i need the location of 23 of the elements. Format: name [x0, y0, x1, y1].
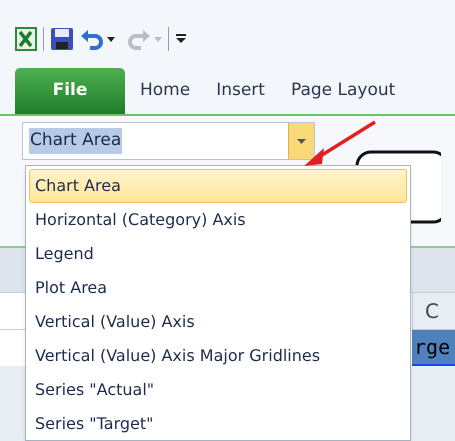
list-item[interactable]: Chart Area — [29, 169, 407, 203]
list-item[interactable]: Vertical (Value) Axis — [29, 305, 407, 339]
ribbon-tab[interactable]: Home — [129, 68, 202, 114]
ribbon-tab[interactable]: Page Layout — [280, 68, 406, 114]
list-item[interactable]: Series "Actual" — [29, 373, 407, 407]
chart-element-dropdown[interactable]: Chart Area — [22, 122, 315, 160]
caret-icon — [297, 138, 306, 144]
customize-toolbar-icon[interactable] — [175, 34, 187, 44]
undo-icon[interactable] — [80, 28, 104, 50]
dropdown-button[interactable] — [288, 123, 314, 159]
table-cell[interactable]: rge — [412, 330, 455, 366]
caret-icon[interactable] — [107, 36, 115, 42]
column-header[interactable]: C — [412, 293, 455, 329]
spreadsheet-app-icon[interactable] — [15, 27, 37, 51]
list-item[interactable]: Vertical (Value) Axis Major Gridlines — [29, 339, 407, 373]
selected-value: Chart Area — [29, 128, 122, 154]
list-item[interactable]: Plot Area — [29, 271, 407, 305]
list-item[interactable]: Horizontal (Category) Axis — [29, 203, 407, 237]
ribbon-tab[interactable]: Insert — [205, 68, 276, 114]
save-icon[interactable] — [50, 27, 74, 51]
list-item[interactable]: Series "Target" — [29, 407, 407, 440]
file-tab[interactable]: File — [15, 68, 125, 114]
list-item[interactable]: Legend — [29, 237, 407, 271]
